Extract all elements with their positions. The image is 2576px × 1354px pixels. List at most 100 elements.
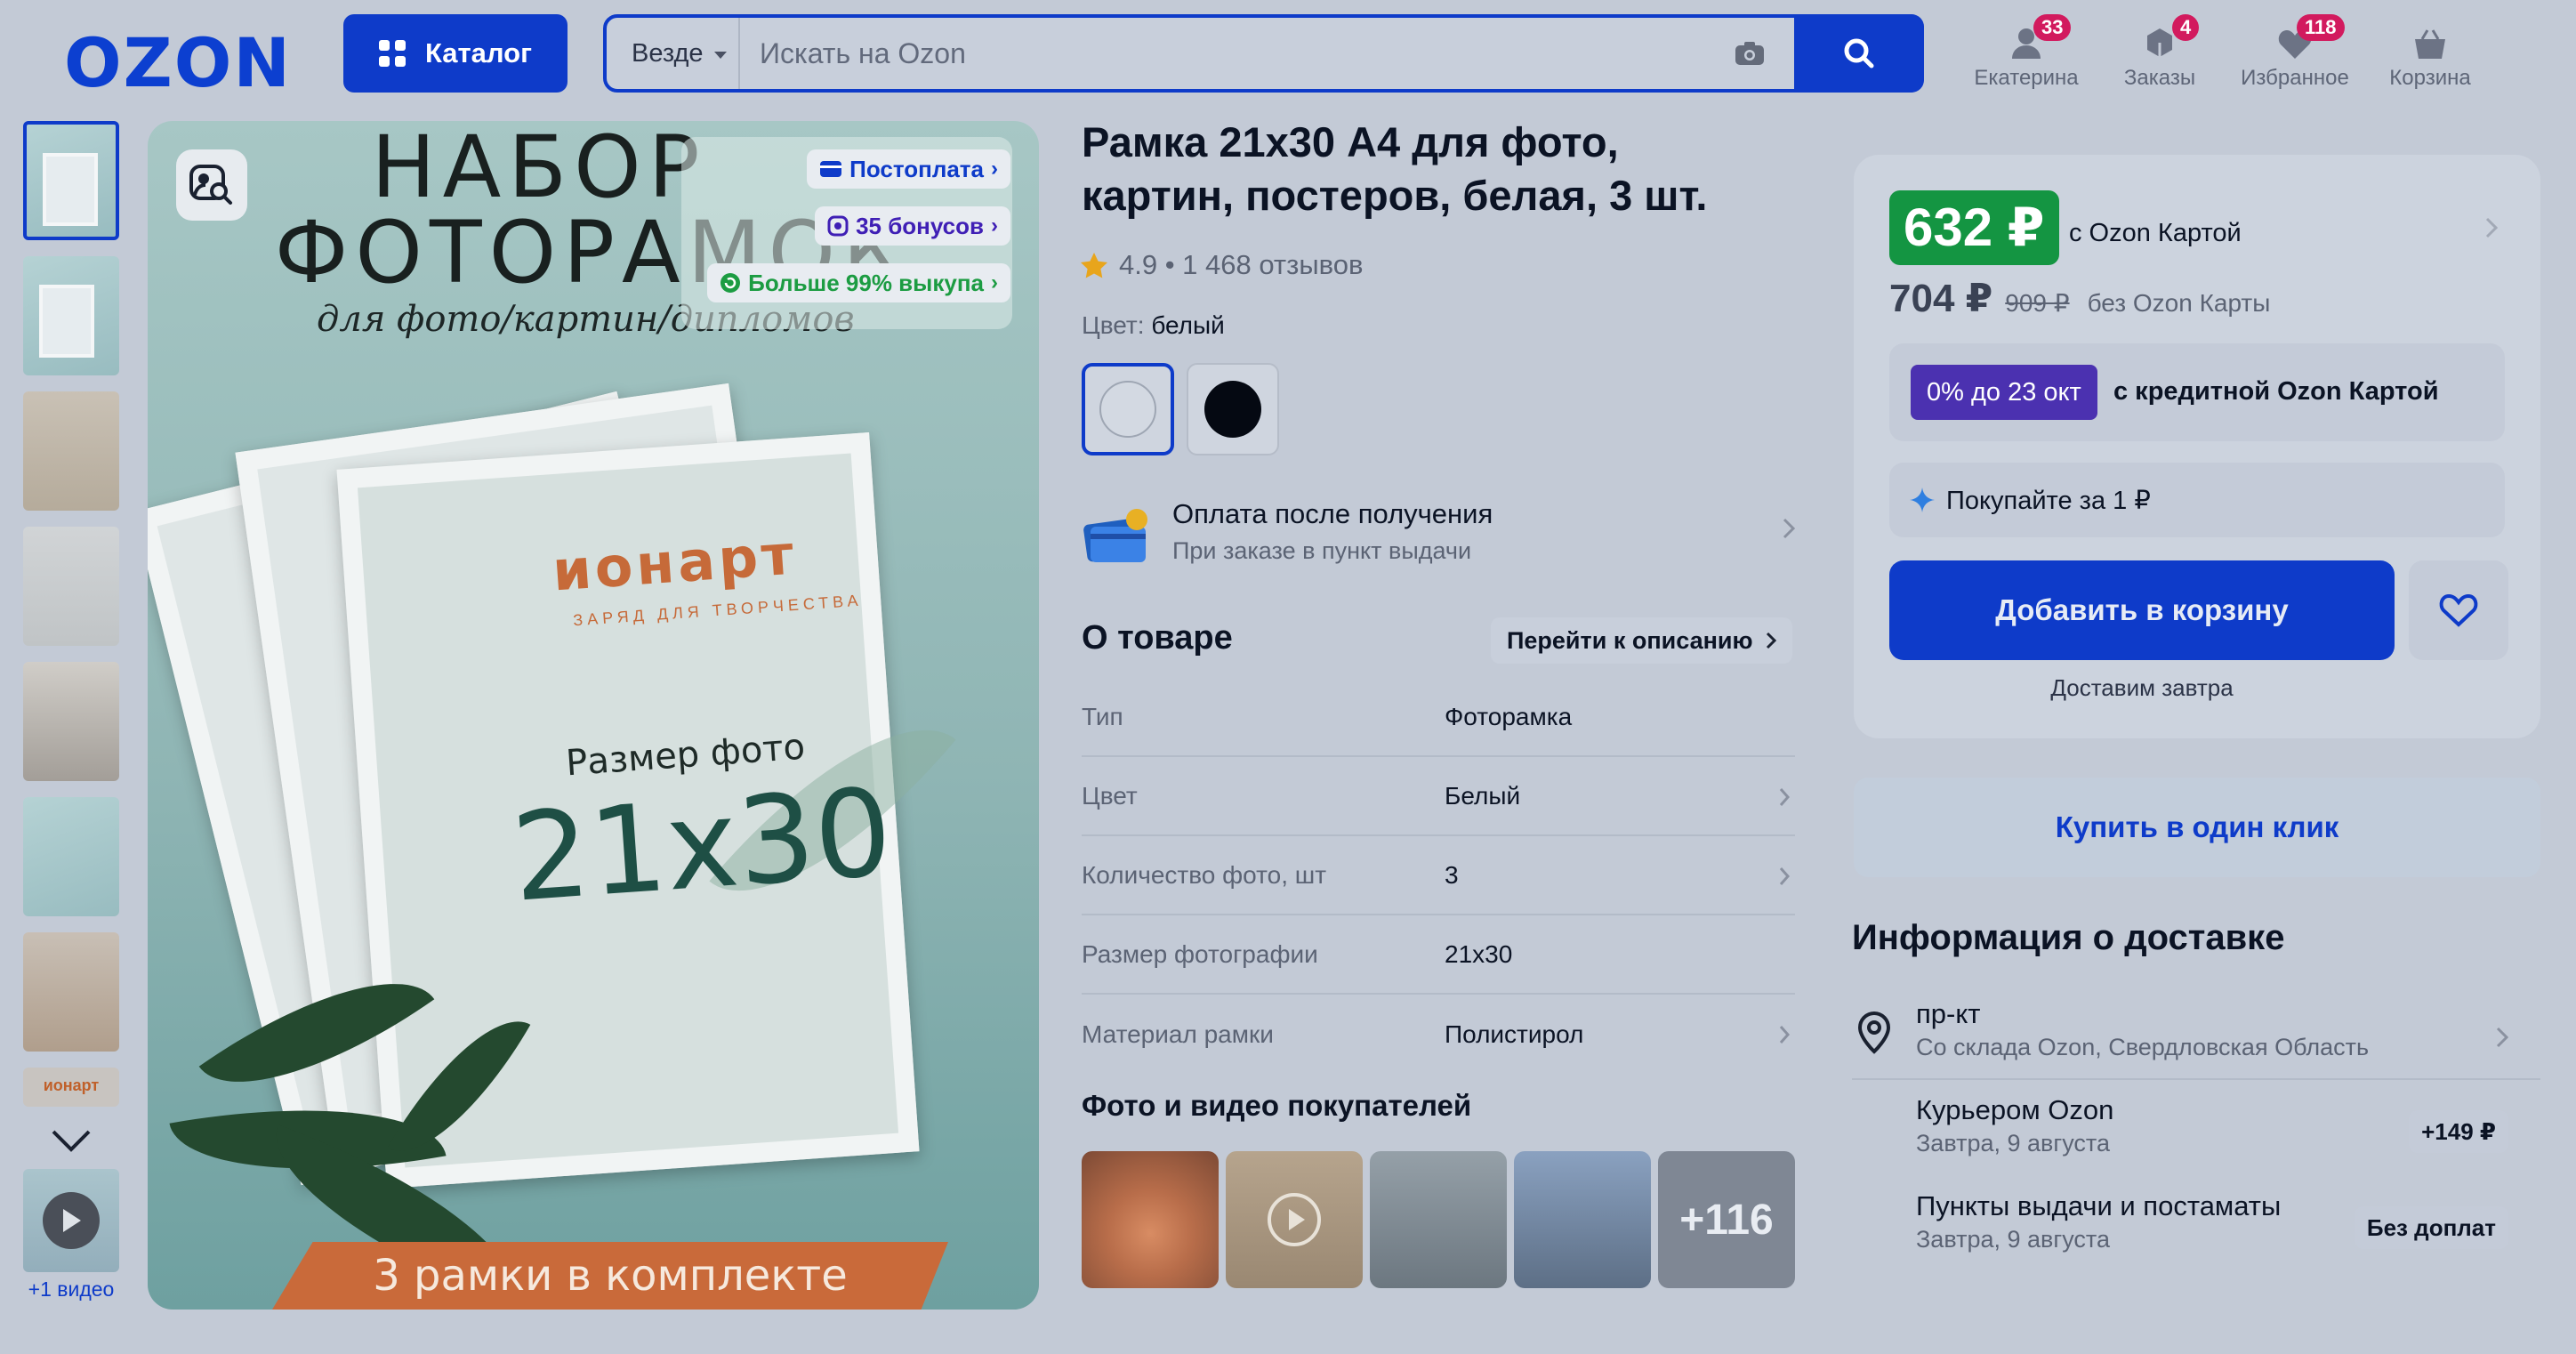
search-bar: Везде bbox=[603, 14, 1924, 93]
product-properties: Тип Фоторамка Цвет Белый Количество фото… bbox=[1082, 678, 1795, 1074]
thumbnail-4[interactable] bbox=[23, 527, 119, 646]
favorites-label: Избранное bbox=[2241, 66, 2349, 90]
product-title: Рамка 21х30 А4 для фото, картин, постеро… bbox=[1082, 118, 1708, 219]
customer-video[interactable] bbox=[1226, 1151, 1363, 1288]
thumbnail-6[interactable] bbox=[23, 797, 119, 916]
rating-link[interactable]: 4.9 • 1 468 отзывов bbox=[1080, 249, 1363, 281]
chevron-right-icon bbox=[1779, 788, 1790, 806]
play-icon bbox=[43, 1192, 100, 1249]
favorites-nav-item[interactable]: 118 Избранное bbox=[2233, 14, 2357, 91]
grid-icon bbox=[378, 40, 406, 67]
thumbnail-7[interactable] bbox=[23, 932, 119, 1052]
add-to-cart-button[interactable]: Добавить в корзину bbox=[1889, 560, 2395, 660]
postpay-tag[interactable]: Постоплата › bbox=[807, 149, 1010, 189]
chevron-right-icon: › bbox=[991, 214, 998, 238]
favorites-badge: 118 bbox=[2297, 14, 2345, 41]
thumbnail-strip: ионарт +1 видео bbox=[23, 121, 123, 1302]
payment-title: Оплата после получения bbox=[1172, 498, 1493, 529]
property-key: Материал рамки bbox=[1082, 1020, 1274, 1048]
search-scope-select[interactable]: Везде bbox=[607, 18, 740, 89]
credit-offer[interactable]: 0% до 23 окт с кредитной Ozon Картой bbox=[1889, 343, 2505, 441]
credit-tag: 0% до 23 окт bbox=[1911, 365, 2097, 420]
property-row[interactable]: Материал рамки Полистирол bbox=[1082, 995, 1795, 1074]
property-row: Размер фотографии 21x30 bbox=[1082, 915, 1795, 995]
color-value: белый bbox=[1151, 311, 1225, 339]
price-old: 909 ₽ bbox=[2005, 289, 2070, 317]
card-icon bbox=[820, 161, 842, 177]
price-regular: 704 ₽ bbox=[1889, 277, 1993, 320]
buyout-tag[interactable]: Больше 99% выкупа › bbox=[707, 263, 1010, 302]
profile-nav-item[interactable]: 33 Екатерина bbox=[1964, 14, 2089, 91]
address-line: пр-кт bbox=[1916, 998, 1981, 1029]
payment-subtitle: При заказе в пункт выдачи bbox=[1172, 537, 1472, 564]
payment-card-icon bbox=[1082, 507, 1149, 562]
customer-photo[interactable] bbox=[1514, 1151, 1651, 1288]
delivery-option-price: +149 ₽ bbox=[2409, 1110, 2508, 1153]
camera-icon[interactable] bbox=[1723, 27, 1776, 80]
bonus-tag[interactable]: 35 бонусов › bbox=[815, 206, 1010, 246]
chevron-right-icon bbox=[1766, 632, 1776, 649]
thumbnail-5[interactable] bbox=[23, 662, 119, 781]
property-row[interactable]: Количество фото, шт 3 bbox=[1082, 836, 1795, 915]
profile-label: Екатерина bbox=[1974, 66, 2079, 90]
credit-label: с кредитной Ozon Картой bbox=[2113, 377, 2439, 406]
play-icon bbox=[1268, 1193, 1321, 1246]
sparkle-icon bbox=[1910, 488, 1935, 512]
buy-box: 632 ₽ с Ozon Картой 704 ₽ 909 ₽ без Ozon… bbox=[1854, 155, 2540, 738]
caret-down-icon bbox=[713, 52, 727, 59]
search-scope-label: Везде bbox=[632, 38, 704, 68]
heart-outline-icon bbox=[2439, 593, 2478, 627]
price-with-card-label: с Ozon Картой bbox=[2069, 219, 2242, 247]
property-row: Тип Фоторамка bbox=[1082, 678, 1795, 757]
price-row: 704 ₽ 909 ₽ без Ozon Карты bbox=[1889, 276, 2270, 321]
search-input[interactable] bbox=[740, 18, 1723, 89]
customer-media-strip: +116 bbox=[1082, 1151, 1795, 1288]
chevron-right-icon bbox=[2496, 1027, 2508, 1048]
go-to-description-label: Перейти к описанию bbox=[1507, 626, 1753, 654]
customer-media-title: Фото и видео покупателей bbox=[1082, 1089, 1472, 1122]
chevron-down-icon[interactable] bbox=[23, 1123, 119, 1158]
catalog-button[interactable]: Каталог bbox=[343, 14, 568, 93]
cart-label: Корзина bbox=[2389, 66, 2471, 90]
customer-photo[interactable] bbox=[1370, 1151, 1507, 1288]
orders-nav-item[interactable]: 4 Заказы bbox=[2097, 14, 2222, 91]
thumbnail-1[interactable] bbox=[23, 121, 119, 240]
postpay-info[interactable]: Оплата после получения При заказе в пунк… bbox=[1082, 498, 1796, 578]
refresh-icon bbox=[720, 273, 741, 293]
chevron-right-icon[interactable] bbox=[2485, 217, 2499, 243]
image-search-icon[interactable] bbox=[176, 149, 247, 221]
property-key: Количество фото, шт bbox=[1082, 860, 1327, 889]
star-icon bbox=[1081, 253, 1107, 278]
ozon-logo[interactable]: OZON bbox=[64, 23, 292, 102]
delivery-option-date: Завтра, 9 августа bbox=[1916, 1226, 2110, 1253]
property-key: Размер фотографии bbox=[1082, 939, 1318, 968]
product-main-image[interactable]: НАБОР ФОТОРАМОК для фото/картин/дипломов… bbox=[148, 121, 1039, 1310]
color-swatch-black[interactable] bbox=[1187, 363, 1279, 455]
customer-photo[interactable] bbox=[1082, 1151, 1219, 1288]
thumbnail-8[interactable]: ионарт bbox=[23, 1068, 119, 1107]
delivery-option-date: Завтра, 9 августа bbox=[1916, 1130, 2110, 1157]
property-key: Тип bbox=[1082, 702, 1123, 730]
property-value: 21x30 bbox=[1445, 939, 1513, 968]
color-swatch-white[interactable] bbox=[1082, 363, 1174, 455]
chevron-right-icon bbox=[1779, 867, 1790, 885]
video-count-label[interactable]: +1 видео bbox=[23, 1277, 119, 1302]
property-value: Полистирол bbox=[1445, 1020, 1584, 1048]
location-pin-icon bbox=[1857, 1011, 1891, 1054]
image-banner: 3 рамки в комплекте bbox=[272, 1242, 948, 1310]
go-to-description-button[interactable]: Перейти к описанию bbox=[1491, 617, 1792, 664]
search-button[interactable] bbox=[1794, 14, 1924, 93]
thumbnail-2[interactable] bbox=[23, 256, 119, 375]
buy-one-click-button[interactable]: Купить в один клик bbox=[1854, 778, 2540, 877]
delivery-hint: Доставим завтра bbox=[2050, 674, 2234, 701]
cart-nav-item[interactable]: Корзина bbox=[2368, 20, 2492, 91]
search-icon bbox=[1844, 38, 1874, 69]
video-thumbnail[interactable] bbox=[23, 1169, 119, 1272]
add-to-favorites-button[interactable] bbox=[2409, 560, 2508, 660]
delivery-address[interactable]: пр-кт Со склада Ozon, Свердловская Облас… bbox=[1852, 995, 2540, 1080]
split-offer[interactable]: Покупайте за 1 ₽ bbox=[1889, 463, 2505, 537]
thumbnail-3[interactable] bbox=[23, 391, 119, 511]
delivery-option-title: Курьером Ozon bbox=[1916, 1094, 2114, 1125]
more-media-button[interactable]: +116 bbox=[1658, 1151, 1795, 1288]
property-row[interactable]: Цвет Белый bbox=[1082, 757, 1795, 836]
